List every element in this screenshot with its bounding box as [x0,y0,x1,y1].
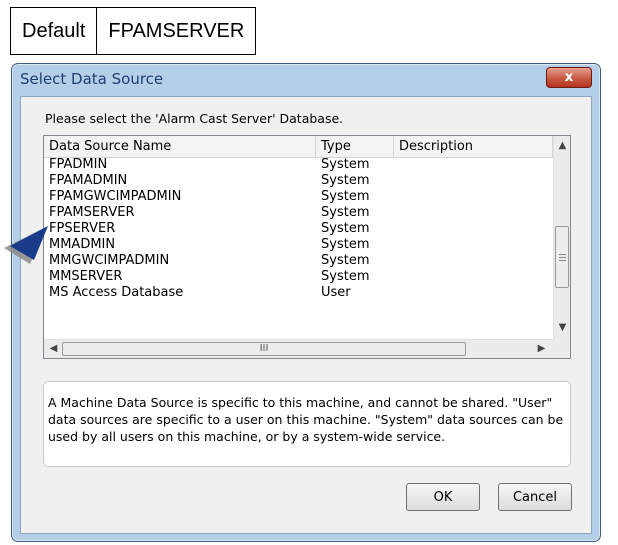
item-type: User [321,285,351,300]
item-name: FPAMSERVER [49,205,135,220]
title-bar: Select Data Source x [12,64,600,94]
item-name: FPADMIN [49,157,108,172]
item-type: System [321,189,370,204]
dialog-title: Select Data Source [20,70,164,88]
column-header-name[interactable]: Data Source Name [44,136,316,157]
item-type: System [321,269,370,284]
list-item[interactable]: MMADMIN System [44,237,553,253]
item-type: System [321,205,370,220]
item-name: MMADMIN [49,237,116,252]
list-header: Data Source Name Type Description [44,136,553,158]
prompt-text: Please select the 'Alarm Cast Server' Da… [45,111,344,126]
data-source-list[interactable]: Data Source Name Type Description FPADMI… [43,135,571,359]
item-type: System [321,237,370,252]
column-header-type[interactable]: Type [316,136,394,157]
header-cell-default: Default [22,19,86,42]
scroll-right-icon[interactable]: ▶ [534,343,549,354]
vertical-scroll-thumb[interactable] [555,226,569,288]
grip-icon [559,254,566,261]
horizontal-scroll-thumb[interactable]: III [62,342,466,356]
vertical-scrollbar[interactable]: ▲ ▼ [553,136,570,339]
list-item[interactable]: MMGWCIMPADMIN System [44,253,553,269]
scroll-up-icon[interactable]: ▲ [555,140,570,151]
list-item[interactable]: MS Access Database User [44,285,553,301]
list-item[interactable]: FPAMADMIN System [44,173,553,189]
item-name: FPAMADMIN [49,173,128,188]
item-type: System [321,157,370,172]
info-text: A Machine Data Source is specific to thi… [43,381,571,467]
item-name: MMGWCIMPADMIN [49,253,170,268]
dialog-body: Please select the 'Alarm Cast Server' Da… [20,96,592,534]
select-data-source-dialog: Select Data Source x Please select the '… [11,63,601,542]
list-item[interactable]: FPAMGWCIMPADMIN System [44,189,553,205]
horizontal-scrollbar[interactable]: ◀ III ▶ [44,339,553,358]
list-item[interactable]: FPSERVER System [44,221,553,237]
item-type: System [321,221,370,236]
close-button[interactable]: x [546,67,592,88]
item-name: FPSERVER [49,221,116,236]
header-table: Default FPAMSERVER [10,7,257,55]
ok-button[interactable]: OK [406,483,480,511]
list-item[interactable]: FPADMIN System [44,157,553,173]
header-cell-server: FPAMSERVER [96,8,255,54]
item-name: FPAMGWCIMPADMIN [49,189,182,204]
list-rows: FPADMIN System FPAMADMIN System FPAMGWCIMP… [44,157,553,301]
item-name: MMSERVER [49,269,123,284]
list-item[interactable]: FPAMSERVER System [44,205,553,221]
item-name: MS Access Database [49,285,184,300]
scroll-down-icon[interactable]: ▼ [555,322,570,333]
scroll-left-icon[interactable]: ◀ [46,343,61,354]
cancel-button[interactable]: Cancel [498,483,572,511]
column-header-description[interactable]: Description [394,136,553,157]
item-type: System [321,173,370,188]
arrow-pointer-icon [4,226,48,264]
list-item[interactable]: MMSERVER System [44,269,553,285]
scrollbar-corner [553,339,570,358]
item-type: System [321,253,370,268]
close-icon: x [564,70,574,85]
